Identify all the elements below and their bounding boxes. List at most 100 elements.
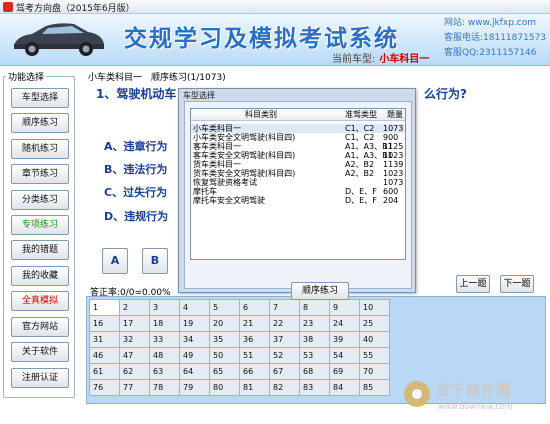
question-number-cell[interactable]: 39 bbox=[330, 332, 359, 347]
question-number-cell[interactable]: 40 bbox=[360, 332, 389, 347]
website-text[interactable]: 网站: www.jkfxp.com bbox=[444, 16, 546, 31]
row-count: 1023 bbox=[383, 151, 404, 160]
watermark: 当下软件园 www.downxia.com bbox=[402, 378, 548, 420]
question-number-cell[interactable]: 5 bbox=[210, 300, 239, 315]
sidebar-item-category-practice[interactable]: 分类练习 bbox=[11, 190, 69, 210]
vehicle-type-list: 科目类别 准驾类型 题量 小车类科目一 C1、C2 1073 小车类安全文明驾驶(科目… bbox=[190, 108, 406, 260]
question-number-cell[interactable]: 16 bbox=[90, 316, 119, 331]
sidebar-item-special-practice[interactable]: 专项练习 bbox=[11, 215, 69, 235]
question-number-cell[interactable]: 23 bbox=[300, 316, 329, 331]
sidebar-item-about[interactable]: 关于软件 bbox=[11, 342, 69, 362]
list-item[interactable]: 客车类安全文明驾驶(科目四) A1、A3、B1 1023 bbox=[191, 151, 405, 160]
list-item[interactable]: 客车类科目一 A1、A3、B1 1125 bbox=[191, 142, 405, 151]
qq-text: 客服QQ:2311157146 bbox=[444, 48, 537, 58]
question-number-cell[interactable]: 79 bbox=[180, 380, 209, 395]
question-number-cell[interactable]: 82 bbox=[270, 380, 299, 395]
sidebar-item-vehicle-type[interactable]: 车型选择 bbox=[11, 88, 69, 108]
question-number-cell[interactable]: 78 bbox=[150, 380, 179, 395]
question-number-cell[interactable]: 66 bbox=[240, 364, 269, 379]
question-number-cell[interactable]: 76 bbox=[90, 380, 119, 395]
question-number-cell[interactable]: 84 bbox=[330, 380, 359, 395]
question-number-cell[interactable]: 67 bbox=[270, 364, 299, 379]
question-number-cell[interactable]: 54 bbox=[330, 348, 359, 363]
question-number-cell[interactable]: 68 bbox=[300, 364, 329, 379]
question-number-cell[interactable]: 49 bbox=[180, 348, 209, 363]
question-number-cell[interactable]: 46 bbox=[90, 348, 119, 363]
answer-b-button[interactable]: B bbox=[142, 248, 168, 274]
question-number-cell[interactable]: 24 bbox=[330, 316, 359, 331]
row-count: 204 bbox=[383, 196, 399, 205]
sidebar-item-chapter-practice[interactable]: 章节练习 bbox=[11, 164, 69, 184]
question-number-cell[interactable]: 36 bbox=[240, 332, 269, 347]
question-number-cell[interactable]: 81 bbox=[240, 380, 269, 395]
question-number-cell[interactable]: 3 bbox=[150, 300, 179, 315]
column-header-license[interactable]: 准驾类型 bbox=[345, 109, 377, 121]
next-question-button[interactable]: 下一题 bbox=[500, 275, 534, 293]
prev-question-button[interactable]: 上一题 bbox=[456, 275, 490, 293]
question-number-cell[interactable]: 21 bbox=[240, 316, 269, 331]
list-item[interactable]: 小车类安全文明驾驶(科目四) C1、C2 900 bbox=[191, 133, 405, 142]
list-item[interactable]: 恢复驾驶资格考试 1073 bbox=[191, 178, 405, 187]
function-panel-legend: 功能选择 bbox=[6, 70, 47, 83]
question-number-cell[interactable]: 6 bbox=[240, 300, 269, 315]
question-number-cell[interactable]: 34 bbox=[180, 332, 209, 347]
watermark-name: 当下软件园 bbox=[436, 383, 511, 399]
question-number-cell[interactable]: 31 bbox=[90, 332, 119, 347]
question-number-cell[interactable]: 33 bbox=[150, 332, 179, 347]
question-number-cell[interactable]: 47 bbox=[120, 348, 149, 363]
question-number-cell[interactable]: 48 bbox=[150, 348, 179, 363]
question-number-cell[interactable]: 69 bbox=[330, 364, 359, 379]
question-number-cell[interactable]: 77 bbox=[120, 380, 149, 395]
question-number-cell[interactable]: 1 bbox=[90, 300, 119, 315]
question-number-cell[interactable]: 17 bbox=[120, 316, 149, 331]
sidebar-item-register[interactable]: 注册认证 bbox=[11, 368, 69, 388]
sidebar-item-my-mistakes[interactable]: 我的错题 bbox=[11, 240, 69, 260]
sidebar-item-random-practice[interactable]: 随机练习 bbox=[11, 139, 69, 159]
question-number-cell[interactable]: 8 bbox=[300, 300, 329, 315]
question-number-cell[interactable]: 61 bbox=[90, 364, 119, 379]
question-number-cell[interactable]: 53 bbox=[300, 348, 329, 363]
question-number-cell[interactable]: 80 bbox=[210, 380, 239, 395]
question-number-cell[interactable]: 64 bbox=[180, 364, 209, 379]
list-item[interactable]: 摩托车安全文明驾驶 D、E、F 204 bbox=[191, 196, 405, 205]
answer-a-button[interactable]: A bbox=[102, 248, 128, 274]
question-number-cell[interactable]: 32 bbox=[120, 332, 149, 347]
question-number-cell[interactable]: 37 bbox=[270, 332, 299, 347]
question-number-cell[interactable]: 9 bbox=[330, 300, 359, 315]
question-number-cell[interactable]: 83 bbox=[300, 380, 329, 395]
question-number-cell[interactable]: 25 bbox=[360, 316, 389, 331]
question-number-cell[interactable]: 65 bbox=[210, 364, 239, 379]
window-title: 驾考方向盘（2015年6月版） bbox=[16, 4, 135, 14]
current-car-indicator: 当前车型: 小车科目一 bbox=[332, 50, 429, 65]
question-number-cell[interactable]: 2 bbox=[120, 300, 149, 315]
current-car-value: 小车科目一 bbox=[379, 54, 430, 65]
question-number-cell[interactable]: 4 bbox=[180, 300, 209, 315]
sidebar-item-sequential-practice[interactable]: 顺序练习 bbox=[11, 113, 69, 133]
list-item[interactable]: 货车类安全文明驾驶(科目四) A2、B2 1023 bbox=[191, 169, 405, 178]
list-item[interactable]: 货车类科目一 A2、B2 1139 bbox=[191, 160, 405, 169]
question-number-cell[interactable]: 22 bbox=[270, 316, 299, 331]
question-number-cell[interactable]: 7 bbox=[270, 300, 299, 315]
question-number-cell[interactable]: 51 bbox=[240, 348, 269, 363]
sidebar-item-mock-exam[interactable]: 全真模拟 bbox=[11, 291, 69, 311]
question-number-cell[interactable]: 62 bbox=[120, 364, 149, 379]
question-number-cell[interactable]: 10 bbox=[360, 300, 389, 315]
sequential-practice-button[interactable]: 顺序练习 bbox=[291, 282, 349, 300]
question-number-cell[interactable]: 55 bbox=[360, 348, 389, 363]
list-item[interactable]: 摩托车 D、E、F 600 bbox=[191, 187, 405, 196]
sidebar-item-my-favorites[interactable]: 我的收藏 bbox=[11, 266, 69, 286]
question-number-cell[interactable]: 20 bbox=[210, 316, 239, 331]
question-number-cell[interactable]: 19 bbox=[180, 316, 209, 331]
question-number-cell[interactable]: 35 bbox=[210, 332, 239, 347]
column-header-category[interactable]: 科目类别 bbox=[245, 109, 277, 121]
question-number-cell[interactable]: 50 bbox=[210, 348, 239, 363]
question-number-cell[interactable]: 70 bbox=[360, 364, 389, 379]
sidebar-item-official-site[interactable]: 官方网站 bbox=[11, 317, 69, 337]
question-number-cell[interactable]: 52 bbox=[270, 348, 299, 363]
question-number-cell[interactable]: 18 bbox=[150, 316, 179, 331]
question-number-cell[interactable]: 85 bbox=[360, 380, 389, 395]
question-number-cell[interactable]: 63 bbox=[150, 364, 179, 379]
question-number-cell[interactable]: 38 bbox=[300, 332, 329, 347]
list-item[interactable]: 小车类科目一 C1、C2 1073 bbox=[191, 124, 405, 133]
column-header-count[interactable]: 题量 bbox=[387, 109, 403, 121]
